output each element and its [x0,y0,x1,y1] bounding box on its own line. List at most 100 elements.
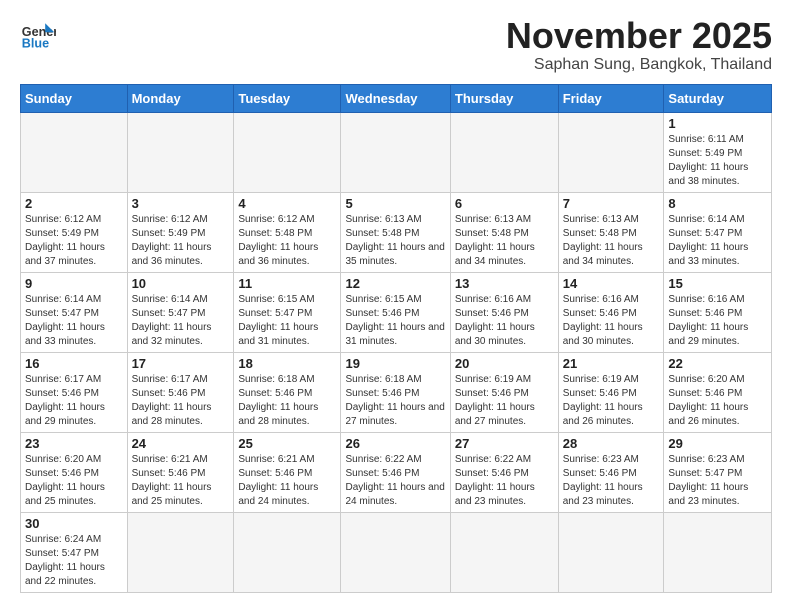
calendar-cell [558,112,664,192]
cell-info: Sunrise: 6:13 AM Sunset: 5:48 PM Dayligh… [563,213,660,269]
calendar-cell [341,512,450,592]
day-number: 10 [132,276,230,291]
cell-info: Sunrise: 6:23 AM Sunset: 5:47 PM Dayligh… [668,453,767,509]
day-number: 30 [25,516,123,531]
cell-info: Sunrise: 6:14 AM Sunset: 5:47 PM Dayligh… [668,213,767,269]
calendar-cell: 21 Sunrise: 6:19 AM Sunset: 5:46 PM Dayli… [558,352,664,432]
calendar-week-row: 2 Sunrise: 6:12 AM Sunset: 5:49 PM Daylig… [21,192,772,272]
calendar-day-header: Monday [127,84,234,112]
cell-info: Sunrise: 6:11 AM Sunset: 5:49 PM Dayligh… [668,133,767,189]
cell-info: Sunrise: 6:22 AM Sunset: 5:46 PM Dayligh… [455,453,554,509]
cell-info: Sunrise: 6:12 AM Sunset: 5:49 PM Dayligh… [132,213,230,269]
calendar-cell: 30Sunrise: 6:24 AM Sunset: 5:47 PM Dayli… [21,512,128,592]
cell-info: Sunrise: 6:15 AM Sunset: 5:47 PM Dayligh… [238,293,336,349]
calendar-day-header: Saturday [664,84,772,112]
day-number: 26 [345,436,445,451]
day-number: 3 [132,196,230,211]
calendar-cell [450,512,558,592]
calendar-cell: 16 Sunrise: 6:17 AM Sunset: 5:46 PM Dayli… [21,352,128,432]
cell-info: Sunrise: 6:14 AM Sunset: 5:47 PM Dayligh… [25,293,123,349]
calendar-cell [234,112,341,192]
calendar-cell: 29 Sunrise: 6:23 AM Sunset: 5:47 PM Dayli… [664,432,772,512]
calendar-day-header: Tuesday [234,84,341,112]
day-number: 25 [238,436,336,451]
day-number: 11 [238,276,336,291]
calendar-cell: 27Sunrise: 6:22 AM Sunset: 5:46 PM Dayli… [450,432,558,512]
day-number: 1 [668,116,767,131]
calendar-day-header: Wednesday [341,84,450,112]
calendar-cell: 15 Sunrise: 6:16 AM Sunset: 5:46 PM Dayli… [664,272,772,352]
calendar-week-row: 9 Sunrise: 6:14 AM Sunset: 5:47 PM Daylig… [21,272,772,352]
title-area: November 2025 Saphan Sung, Bangkok, Thai… [506,16,772,74]
day-number: 9 [25,276,123,291]
calendar-week-row: 1 Sunrise: 6:11 AM Sunset: 5:49 PM Daylig… [21,112,772,192]
day-number: 12 [345,276,445,291]
calendar-cell: 9 Sunrise: 6:14 AM Sunset: 5:47 PM Daylig… [21,272,128,352]
calendar-week-row: 30Sunrise: 6:24 AM Sunset: 5:47 PM Dayli… [21,512,772,592]
location-title: Saphan Sung, Bangkok, Thailand [506,56,772,74]
cell-info: Sunrise: 6:16 AM Sunset: 5:46 PM Dayligh… [668,293,767,349]
calendar-cell: 20Sunrise: 6:19 AM Sunset: 5:46 PM Dayli… [450,352,558,432]
calendar-cell: 11 Sunrise: 6:15 AM Sunset: 5:47 PM Dayli… [234,272,341,352]
calendar-cell [341,112,450,192]
calendar-cell: 17 Sunrise: 6:17 AM Sunset: 5:46 PM Dayli… [127,352,234,432]
calendar-cell: 26Sunrise: 6:22 AM Sunset: 5:46 PM Dayli… [341,432,450,512]
calendar-day-header: Thursday [450,84,558,112]
calendar-week-row: 23Sunrise: 6:20 AM Sunset: 5:46 PM Dayli… [21,432,772,512]
page-header: General Blue November 2025 Saphan Sung, … [20,16,772,74]
calendar-cell: 7Sunrise: 6:13 AM Sunset: 5:48 PM Daylig… [558,192,664,272]
cell-info: Sunrise: 6:12 AM Sunset: 5:48 PM Dayligh… [238,213,336,269]
cell-info: Sunrise: 6:21 AM Sunset: 5:46 PM Dayligh… [238,453,336,509]
cell-info: Sunrise: 6:16 AM Sunset: 5:46 PM Dayligh… [563,293,660,349]
calendar-week-row: 16 Sunrise: 6:17 AM Sunset: 5:46 PM Dayli… [21,352,772,432]
calendar-cell: 4Sunrise: 6:12 AM Sunset: 5:48 PM Daylig… [234,192,341,272]
day-number: 23 [25,436,123,451]
cell-info: Sunrise: 6:15 AM Sunset: 5:46 PM Dayligh… [345,293,445,349]
day-number: 18 [238,356,336,371]
calendar-cell: 14 Sunrise: 6:16 AM Sunset: 5:46 PM Dayli… [558,272,664,352]
calendar-cell: 19Sunrise: 6:18 AM Sunset: 5:46 PM Dayli… [341,352,450,432]
calendar-cell [127,512,234,592]
calendar-cell [21,112,128,192]
calendar-cell [450,112,558,192]
cell-info: Sunrise: 6:21 AM Sunset: 5:46 PM Dayligh… [132,453,230,509]
day-number: 21 [563,356,660,371]
day-number: 17 [132,356,230,371]
calendar-cell: 8Sunrise: 6:14 AM Sunset: 5:47 PM Daylig… [664,192,772,272]
calendar-cell: 6Sunrise: 6:13 AM Sunset: 5:48 PM Daylig… [450,192,558,272]
calendar-cell: 2Sunrise: 6:12 AM Sunset: 5:49 PM Daylig… [21,192,128,272]
calendar-cell: 10 Sunrise: 6:14 AM Sunset: 5:47 PM Dayli… [127,272,234,352]
calendar-cell: 23Sunrise: 6:20 AM Sunset: 5:46 PM Dayli… [21,432,128,512]
cell-info: Sunrise: 6:18 AM Sunset: 5:46 PM Dayligh… [238,373,336,429]
day-number: 2 [25,196,123,211]
cell-info: Sunrise: 6:17 AM Sunset: 5:46 PM Dayligh… [25,373,123,429]
calendar-cell [127,112,234,192]
calendar-table: SundayMondayTuesdayWednesdayThursdayFrid… [20,84,772,593]
cell-info: Sunrise: 6:19 AM Sunset: 5:46 PM Dayligh… [455,373,554,429]
calendar-cell: 13Sunrise: 6:16 AM Sunset: 5:46 PM Dayli… [450,272,558,352]
cell-info: Sunrise: 6:18 AM Sunset: 5:46 PM Dayligh… [345,373,445,429]
cell-info: Sunrise: 6:17 AM Sunset: 5:46 PM Dayligh… [132,373,230,429]
calendar-cell: 28Sunrise: 6:23 AM Sunset: 5:46 PM Dayli… [558,432,664,512]
cell-info: Sunrise: 6:13 AM Sunset: 5:48 PM Dayligh… [345,213,445,269]
day-number: 16 [25,356,123,371]
calendar-cell: 24Sunrise: 6:21 AM Sunset: 5:46 PM Dayli… [127,432,234,512]
day-number: 15 [668,276,767,291]
cell-info: Sunrise: 6:20 AM Sunset: 5:46 PM Dayligh… [668,373,767,429]
logo: General Blue [20,16,56,52]
calendar-day-header: Sunday [21,84,128,112]
day-number: 14 [563,276,660,291]
month-title: November 2025 [506,16,772,56]
cell-info: Sunrise: 6:13 AM Sunset: 5:48 PM Dayligh… [455,213,554,269]
calendar-cell: 18 Sunrise: 6:18 AM Sunset: 5:46 PM Dayli… [234,352,341,432]
svg-text:Blue: Blue [22,37,49,51]
calendar-cell: 1 Sunrise: 6:11 AM Sunset: 5:49 PM Daylig… [664,112,772,192]
day-number: 28 [563,436,660,451]
day-number: 13 [455,276,554,291]
cell-info: Sunrise: 6:14 AM Sunset: 5:47 PM Dayligh… [132,293,230,349]
calendar-cell [558,512,664,592]
calendar-day-header: Friday [558,84,664,112]
day-number: 29 [668,436,767,451]
cell-info: Sunrise: 6:19 AM Sunset: 5:46 PM Dayligh… [563,373,660,429]
calendar-cell: 25 Sunrise: 6:21 AM Sunset: 5:46 PM Dayli… [234,432,341,512]
